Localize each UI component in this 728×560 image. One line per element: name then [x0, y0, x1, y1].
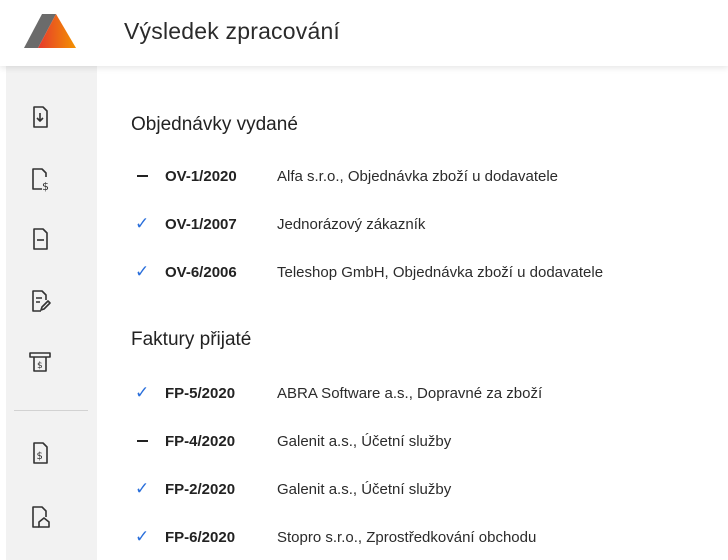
list-item[interactable]: ✓ FP-6/2020 Stopro s.r.o., Zprostředková…: [135, 525, 536, 549]
document-code: FP-4/2020: [165, 432, 236, 450]
checkmark-icon: ✓: [135, 527, 150, 547]
status-dash-icon: [135, 440, 165, 442]
document-edit-icon[interactable]: [28, 288, 52, 314]
abra-logo-icon[interactable]: [22, 14, 76, 48]
document-code: FP-2/2020: [165, 480, 236, 498]
list-item[interactable]: FP-4/2020 Galenit a.s., Účetní služby: [135, 429, 451, 453]
document-code: OV-6/2006: [165, 263, 237, 281]
list-item[interactable]: ✓ FP-2/2020 Galenit a.s., Účetní služby: [135, 477, 451, 501]
page-title: Výsledek zpracování: [124, 18, 341, 44]
top-bar: Výsledek zpracování: [0, 0, 728, 66]
document-code: FP-6/2020: [165, 528, 236, 546]
status-dash-icon: [135, 175, 165, 177]
document-code: OV-1/2020: [165, 167, 237, 185]
list-item[interactable]: OV-1/2020 Alfa s.r.o., Objednávka zboží …: [135, 164, 558, 188]
checkmark-icon: ✓: [135, 383, 150, 403]
checkmark-icon: ✓: [135, 479, 150, 499]
document-code: OV-1/2007: [165, 215, 237, 233]
document-description: Galenit a.s., Účetní služby: [277, 432, 452, 450]
document-home-icon[interactable]: [28, 504, 52, 530]
document-description: Galenit a.s., Účetní služby: [277, 480, 452, 498]
svg-text:$: $: [42, 180, 49, 192]
document-description: Teleshop GmbH, Objednávka zboží u dodava…: [277, 263, 604, 281]
svg-text:$: $: [37, 361, 43, 371]
list-item[interactable]: ✓ OV-1/2007 Jednorázový zákazník: [135, 212, 425, 236]
document-description: Jednorázový zákazník: [277, 215, 426, 233]
cash-register-icon[interactable]: $: [28, 348, 52, 374]
svg-text:$: $: [37, 451, 43, 462]
receipt-dollar-icon[interactable]: $: [28, 440, 52, 466]
section-title-objednavky: Objednávky vydané: [131, 114, 298, 135]
document-download-icon[interactable]: [28, 104, 52, 130]
checkmark-icon: ✓: [135, 262, 150, 282]
checkmark-icon: ✓: [135, 214, 150, 234]
document-description: Stopro s.r.o., Zprostředkování obchodu: [277, 528, 537, 546]
document-dollar-icon[interactable]: $: [28, 166, 52, 192]
sidebar-divider: [14, 410, 88, 411]
list-item[interactable]: ✓ OV-6/2006 Teleshop GmbH, Objednávka zb…: [135, 260, 603, 284]
document-minus-icon[interactable]: [28, 226, 52, 252]
section-title-faktury: Faktury přijaté: [131, 329, 252, 350]
result-panel: Objednávky vydané OV-1/2020 Alfa s.r.o.,…: [97, 66, 728, 560]
document-description: ABRA Software a.s., Dopravné za zboží: [277, 384, 543, 402]
sidebar: $ $ $: [6, 66, 97, 560]
list-item[interactable]: ✓ FP-5/2020 ABRA Software a.s., Dopravné…: [135, 381, 542, 405]
document-description: Alfa s.r.o., Objednávka zboží u dodavate…: [277, 167, 559, 185]
document-code: FP-5/2020: [165, 384, 236, 402]
